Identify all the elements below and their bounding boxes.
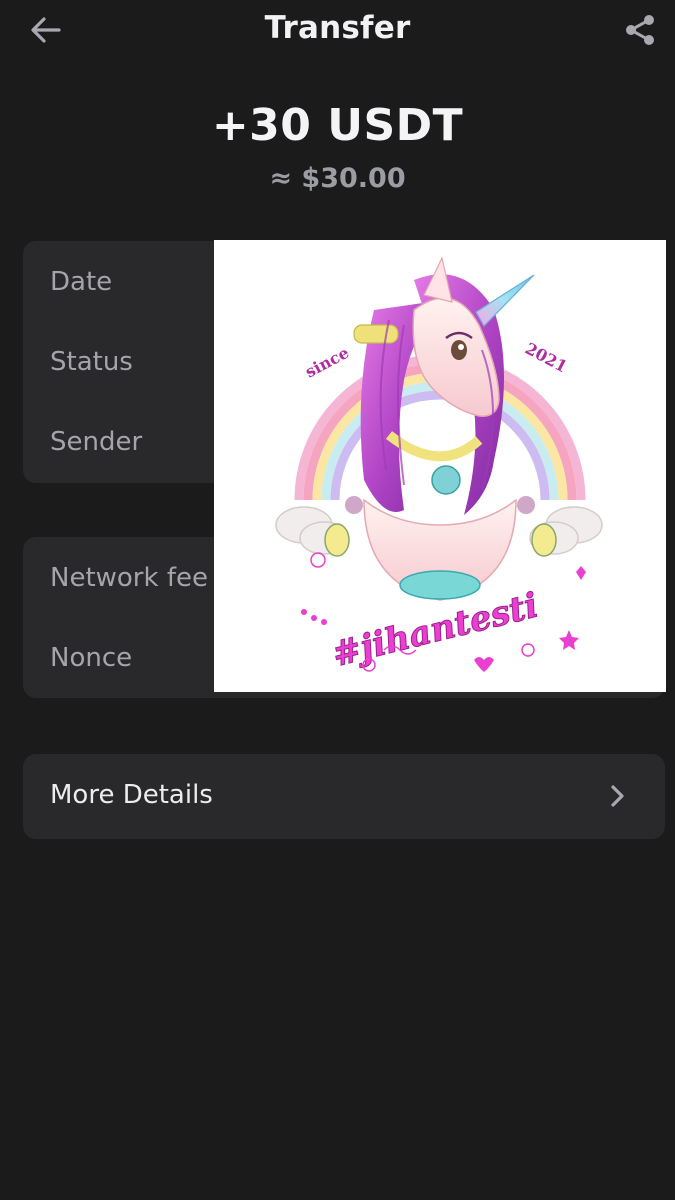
sender-label: Sender	[50, 427, 143, 457]
fiat-amount: ≈ $30.00	[269, 163, 406, 194]
unicorn-illustration: since 2021 #jihantesti	[275, 256, 603, 676]
status-label: Status	[50, 347, 133, 377]
date-label: Date	[50, 267, 113, 297]
year-text: 2021	[522, 339, 570, 377]
network-fee-label: Network fee	[50, 563, 208, 593]
transfer-amount: +30 USDT	[211, 100, 464, 151]
since-text: since	[302, 343, 352, 382]
share-button[interactable]	[621, 10, 661, 50]
share-icon	[626, 15, 654, 45]
unicorn-sticker-image: since 2021 #jihantesti	[214, 240, 666, 692]
more-details-button[interactable]: More Details	[23, 754, 665, 839]
nonce-label: Nonce	[50, 643, 133, 673]
more-details-label: More Details	[50, 780, 213, 810]
top-bar: Transfer	[0, 0, 675, 62]
chevron-right-icon	[611, 785, 624, 807]
page-title: Transfer	[264, 10, 411, 46]
